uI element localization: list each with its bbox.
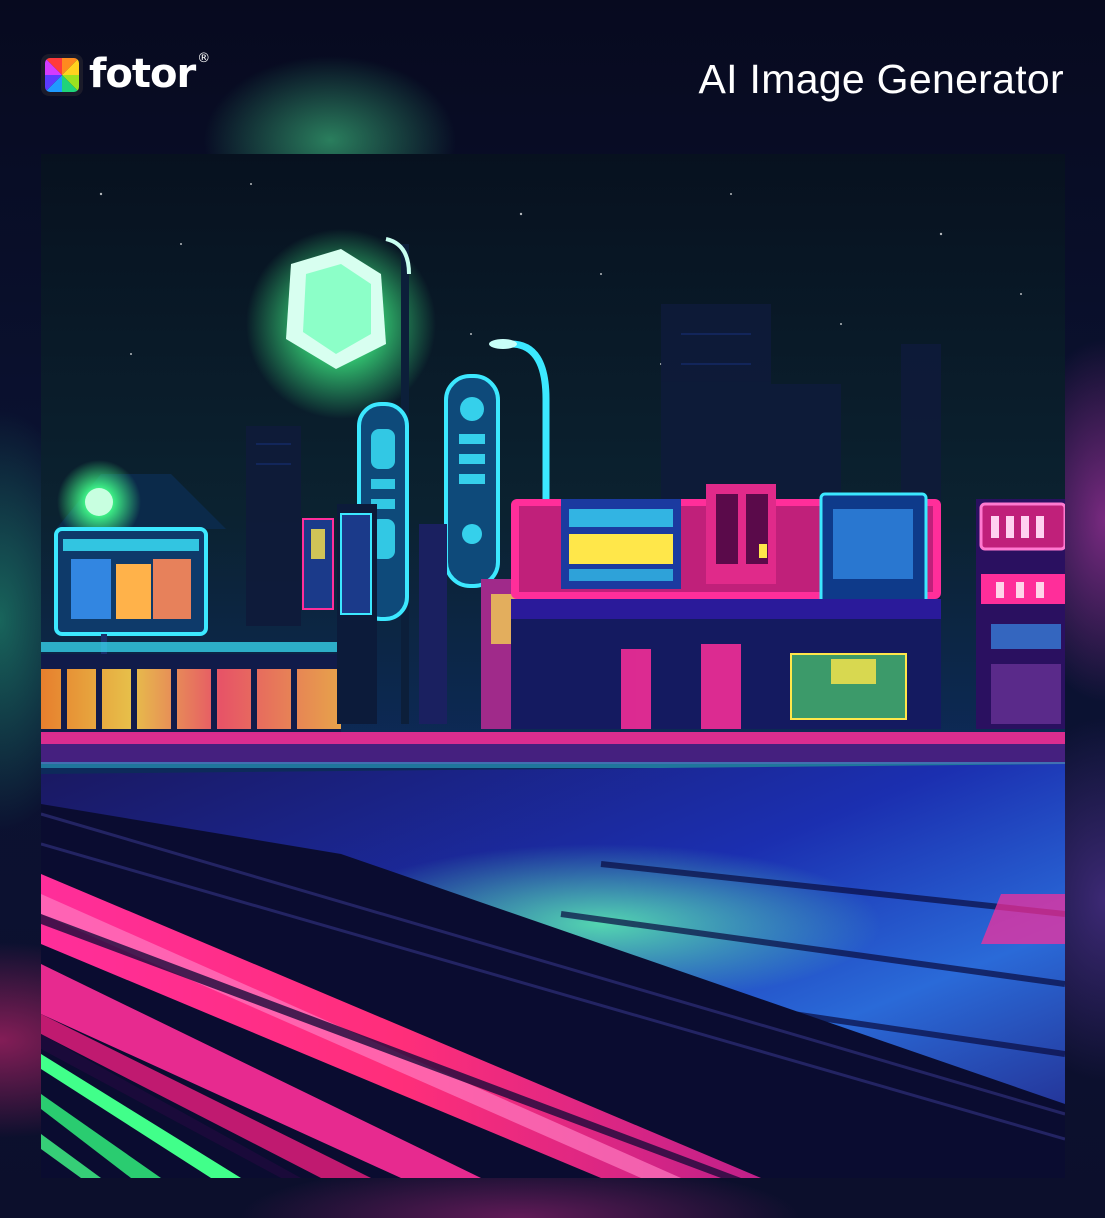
registered-mark: ® — [197, 51, 211, 66]
page-title: AI Image Generator — [698, 56, 1064, 102]
generated-image — [41, 154, 1065, 1178]
rainbow-pinwheel-icon — [41, 54, 83, 96]
brand-logo[interactable]: fotor ® — [41, 52, 210, 96]
brand-name: fotor — [89, 51, 196, 97]
header: fotor ® AI Image Generator — [0, 0, 1105, 150]
neon-city-illustration — [41, 154, 1065, 1178]
